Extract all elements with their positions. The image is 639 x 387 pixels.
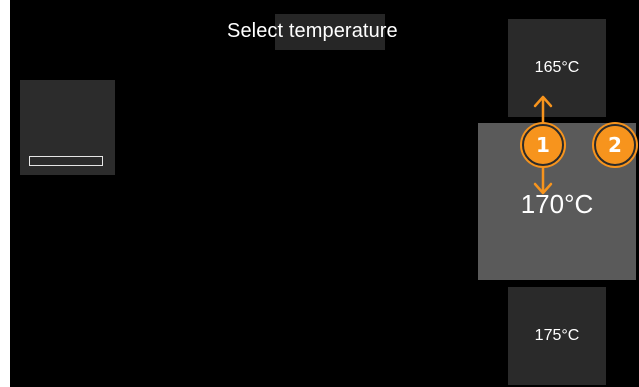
annotation-badge-2-label: 2 [608,133,622,157]
mode-bar-icon [29,156,103,166]
oven-display-screen: Select temperature 165°C 170°C 175°C 1 2 [0,0,639,387]
temperature-option-selected-label: 170°C [520,189,594,219]
temperature-option-upper-label: 165°C [534,59,580,76]
temperature-option-upper[interactable]: 165°C [508,19,606,117]
annotation-badge-1: 1 [522,124,564,166]
temperature-option-lower-label: 175°C [534,327,580,344]
annotation-badge-2: 2 [594,124,636,166]
temperature-option-lower[interactable]: 175°C [508,287,606,385]
screen-title: Select temperature [227,20,398,42]
mode-tile-button[interactable] [20,80,115,175]
annotation-badge-1-label: 1 [536,133,550,157]
